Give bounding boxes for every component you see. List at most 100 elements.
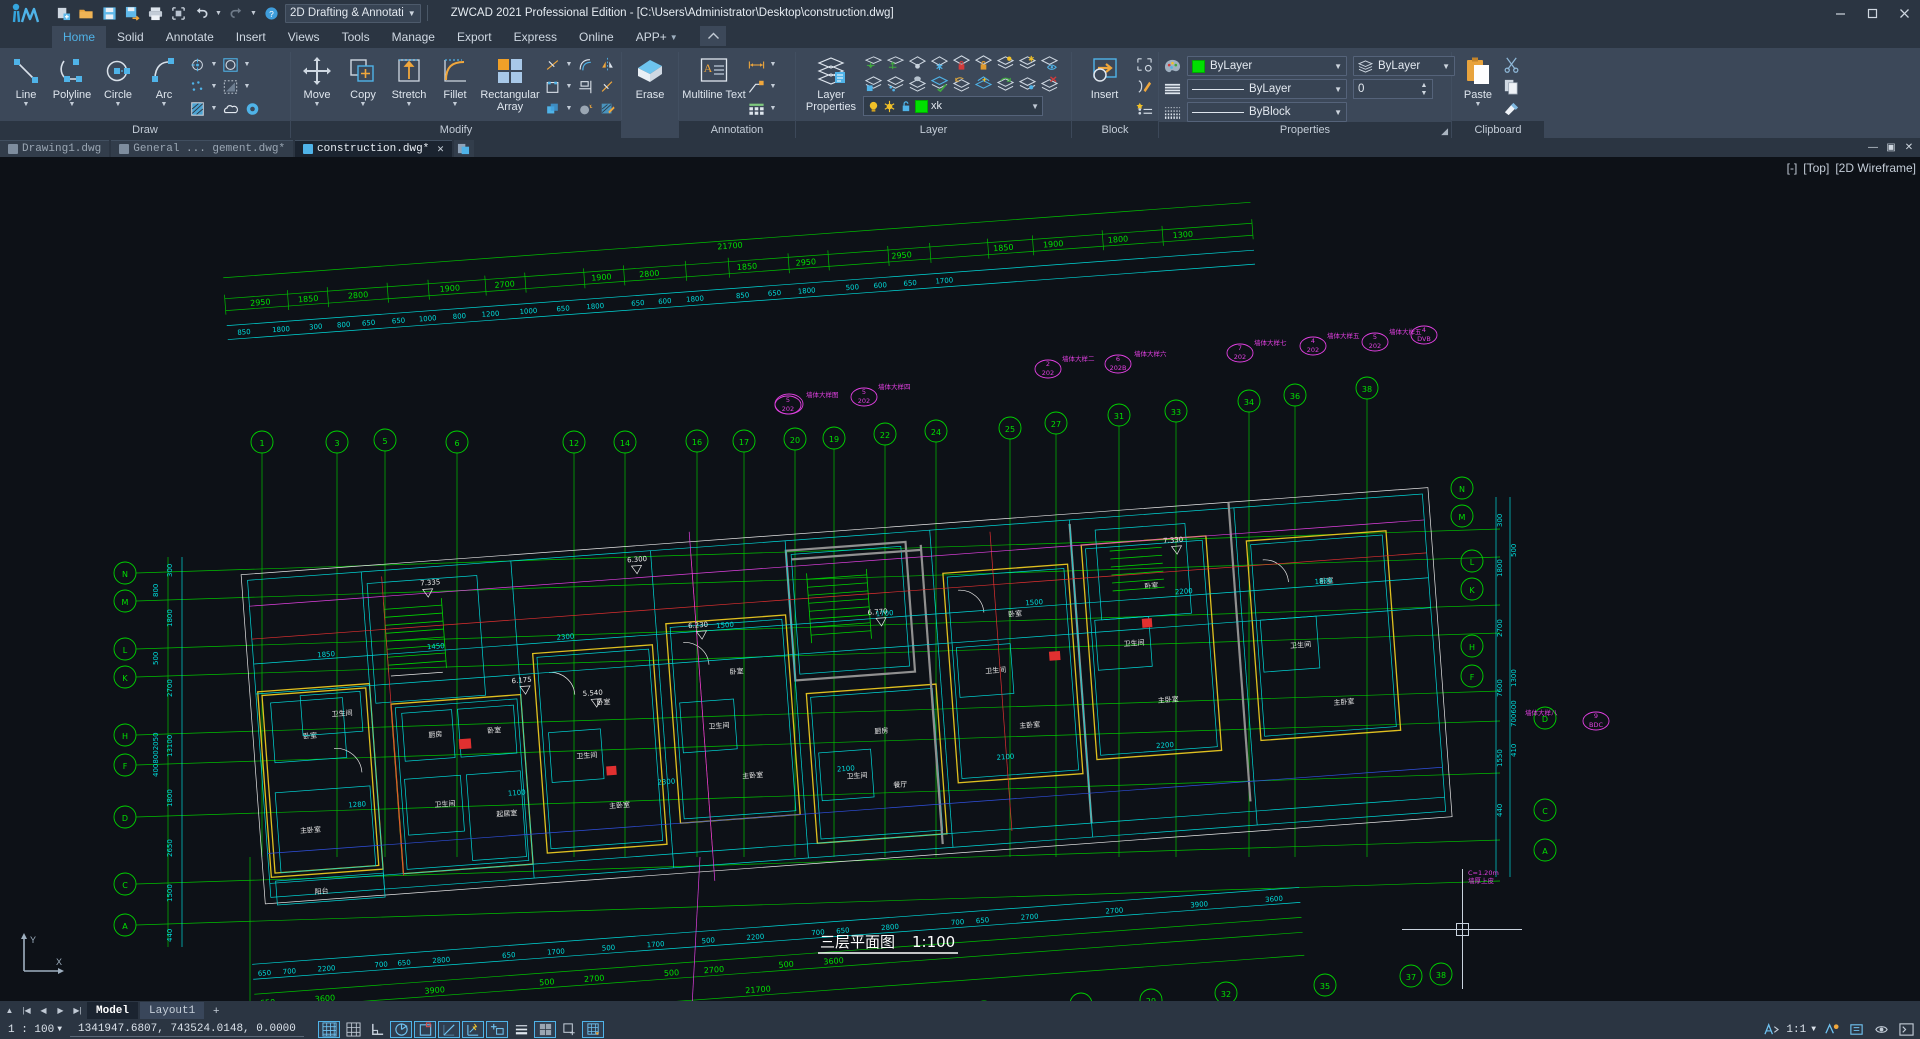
save-as-icon[interactable]: [121, 2, 143, 24]
dynamic-input-toggle[interactable]: [486, 1021, 508, 1038]
osnap-toggle[interactable]: [414, 1021, 436, 1038]
donut-icon[interactable]: [242, 99, 263, 119]
layer-current-icon[interactable]: [929, 74, 950, 94]
circle-dropdown-icon[interactable]: ▼: [115, 101, 122, 109]
match-properties-icon[interactable]: [1501, 99, 1522, 119]
help-icon[interactable]: ?: [260, 2, 282, 24]
color-palette-icon[interactable]: [1162, 56, 1183, 76]
ortho-toggle[interactable]: [366, 1021, 388, 1038]
ellipse-dropdown-icon[interactable]: ▼: [242, 55, 252, 75]
minimize-button[interactable]: [1824, 0, 1856, 26]
tab-tools[interactable]: Tools: [331, 26, 381, 48]
workspace-dropdown[interactable]: 2D Drafting & Annotati ▼: [285, 4, 421, 23]
drawing-minimize-button[interactable]: —: [1864, 139, 1882, 155]
plotstyle-combo[interactable]: ByLayer ▼: [1353, 56, 1455, 76]
properties-dialog-launcher[interactable]: ◢: [1441, 126, 1448, 137]
undo-dropdown-icon[interactable]: ▼: [213, 2, 224, 24]
last-tab-icon[interactable]: ▶|: [70, 1002, 85, 1019]
trim-dropdown-icon[interactable]: ▼: [564, 55, 574, 75]
revision-cloud-icon[interactable]: [220, 99, 241, 119]
hardware-accel-icon[interactable]: [1846, 1021, 1866, 1038]
move-dropdown-icon[interactable]: ▼: [314, 101, 321, 109]
erase-button[interactable]: Erase: [625, 52, 675, 101]
layer-walk-icon[interactable]: [973, 74, 994, 94]
current-layer-dropdown[interactable]: xk ▼: [863, 96, 1043, 116]
transparency-stepper[interactable]: 0 ▲ ▼: [1353, 79, 1433, 99]
open-folder-icon[interactable]: [75, 2, 97, 24]
rotate-dropdown-icon[interactable]: ▼: [564, 99, 574, 119]
layer-states-icon[interactable]: [863, 74, 884, 94]
ribbon-minimize-button[interactable]: [700, 26, 726, 46]
multiline-text-button[interactable]: A Multiline Text: [682, 52, 746, 101]
point-icon[interactable]: [187, 55, 208, 75]
grid-toggle[interactable]: [342, 1021, 364, 1038]
new-document-tab-button[interactable]: [454, 140, 474, 157]
selection-cycling-toggle[interactable]: [582, 1021, 604, 1038]
tab-online[interactable]: Online: [568, 26, 625, 48]
spline-icon[interactable]: [187, 77, 208, 97]
next-tab-icon[interactable]: ▶: [53, 1002, 68, 1019]
viewport-label[interactable]: [-]: [1787, 161, 1798, 175]
layer-thaw-indicator-icon[interactable]: [883, 100, 896, 113]
line-dropdown-icon[interactable]: ▼: [23, 101, 30, 109]
layer-off-icon[interactable]: [907, 53, 928, 73]
linetype-icon[interactable]: [1162, 79, 1183, 99]
layer-color-swatch[interactable]: [915, 100, 928, 113]
create-block-icon[interactable]: [1134, 55, 1155, 75]
layer-on-icon[interactable]: [995, 53, 1016, 73]
undo-icon[interactable]: [190, 2, 212, 24]
mirror-icon[interactable]: [597, 55, 618, 75]
linear-dimension-icon[interactable]: [746, 55, 767, 75]
layer-isolate-icon[interactable]: [1039, 53, 1060, 73]
otrack-toggle[interactable]: [438, 1021, 460, 1038]
tab-solid[interactable]: Solid: [106, 26, 155, 48]
polyline-dropdown-icon[interactable]: ▼: [69, 101, 76, 109]
annotation-visibility-icon[interactable]: [1761, 1021, 1781, 1038]
break-icon[interactable]: [542, 77, 563, 97]
save-icon[interactable]: [98, 2, 120, 24]
move-button[interactable]: Move ▼: [294, 52, 340, 109]
stretch-button[interactable]: Stretch ▼: [386, 52, 432, 109]
line-button[interactable]: Line ▼: [3, 52, 49, 109]
app-logo[interactable]: [0, 0, 52, 26]
layer-next-icon[interactable]: [885, 53, 906, 73]
lineweight-toggle[interactable]: [510, 1021, 532, 1038]
layer-change-icon[interactable]: [995, 74, 1016, 94]
layer-lock-icon[interactable]: [951, 53, 972, 73]
tab-app-plus[interactable]: APP+▼: [625, 26, 689, 48]
rectangular-array-button[interactable]: Rectangular Array: [478, 52, 542, 113]
layer-unlock-indicator-icon[interactable]: [899, 100, 912, 113]
layer-undo-icon[interactable]: [951, 74, 972, 94]
layer-merge-icon[interactable]: [907, 74, 928, 94]
copy-button[interactable]: Copy ▼: [340, 52, 386, 109]
prev-tab-icon[interactable]: ◀: [36, 1002, 51, 1019]
model-tab[interactable]: Model: [87, 1002, 138, 1019]
tab-export[interactable]: Export: [446, 26, 503, 48]
layer-match-icon[interactable]: [885, 74, 906, 94]
file-tab-construction[interactable]: construction.dwg* ✕: [295, 140, 452, 157]
close-icon[interactable]: ✕: [437, 142, 444, 156]
edit-block-icon[interactable]: [1134, 77, 1155, 97]
scroll-up-icon[interactable]: ▲: [2, 1002, 17, 1019]
define-attribute-icon[interactable]: [1134, 99, 1155, 119]
arc-dropdown-icon[interactable]: ▼: [161, 101, 168, 109]
drawing-close-button[interactable]: ✕: [1900, 139, 1918, 155]
layer-thaw-icon[interactable]: [1017, 53, 1038, 73]
fillet-dropdown-icon[interactable]: ▼: [452, 101, 459, 109]
layer-on-indicator-icon[interactable]: [867, 100, 880, 113]
add-layout-button[interactable]: +: [206, 1002, 226, 1019]
insert-block-button[interactable]: Insert: [1075, 52, 1134, 101]
tab-annotate[interactable]: Annotate: [155, 26, 225, 48]
color-combo[interactable]: ByLayer ▼: [1187, 56, 1347, 76]
tab-insert[interactable]: Insert: [225, 26, 277, 48]
stepper-up-icon[interactable]: ▲: [1417, 81, 1431, 89]
linear-dimension-dropdown-icon[interactable]: ▼: [768, 55, 778, 75]
tab-manage[interactable]: Manage: [381, 26, 446, 48]
explode-icon[interactable]: [575, 99, 596, 119]
layer-unlock-icon[interactable]: [973, 53, 994, 73]
point-dropdown-icon[interactable]: ▼: [209, 55, 219, 75]
annotation-scale-caret-icon[interactable]: ▼: [1811, 1025, 1816, 1034]
layout1-tab[interactable]: Layout1: [140, 1002, 204, 1019]
hatch-dropdown-icon[interactable]: ▼: [209, 99, 219, 119]
arc-button[interactable]: Arc ▼: [141, 52, 187, 109]
